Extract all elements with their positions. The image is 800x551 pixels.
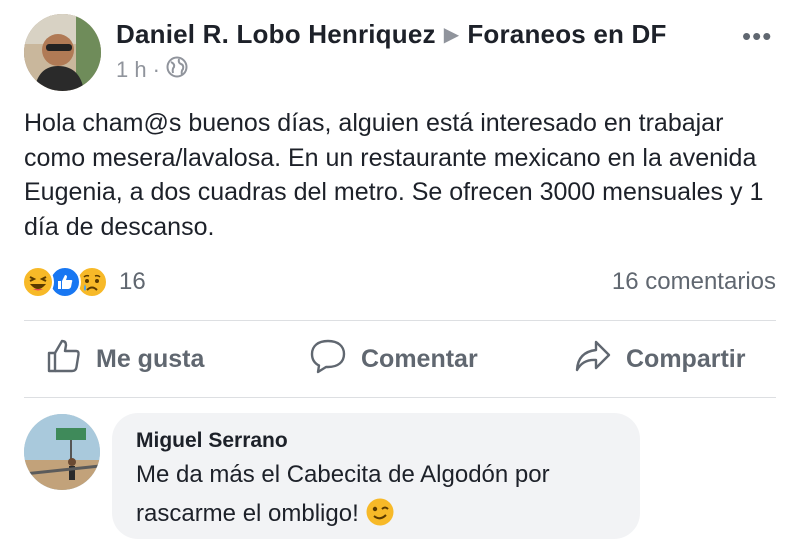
comment-count[interactable]: 16 comentarios	[612, 268, 776, 296]
share-label: Compartir	[626, 345, 746, 373]
comment-body: Me da más el Cabecita de Algodón por ras…	[136, 461, 550, 527]
post-header: Daniel R. Lobo Henriquez ▶ Foraneos en DF	[116, 19, 667, 50]
author-avatar[interactable]	[24, 14, 101, 91]
more-dots-icon[interactable]: •••	[742, 23, 772, 49]
share-button[interactable]: Compartir	[574, 338, 745, 381]
divider	[24, 397, 776, 398]
author-name[interactable]: Daniel R. Lobo Henriquez	[116, 19, 436, 49]
commenter-avatar[interactable]	[24, 414, 100, 490]
post-time[interactable]: 1 h	[116, 57, 147, 83]
like-button[interactable]: Me gusta	[46, 338, 204, 381]
comment-text: Me da más el Cabecita de Algodón por ras…	[136, 455, 626, 539]
reactions-summary[interactable]: 16	[22, 266, 146, 298]
speech-bubble-icon	[309, 338, 347, 381]
comment-label: Comentar	[361, 345, 478, 373]
wink-emoji-icon	[365, 497, 395, 539]
group-name[interactable]: Foraneos en DF	[467, 19, 666, 49]
share-arrow-icon	[574, 338, 612, 381]
post-meta: 1 h ·	[116, 56, 188, 84]
dot-separator: ·	[152, 57, 160, 82]
reaction-count: 16	[119, 268, 146, 295]
comment-button[interactable]: Comentar	[309, 338, 478, 381]
commenter-name[interactable]: Miguel Serrano	[136, 429, 288, 453]
thumbs-up-icon	[46, 338, 82, 381]
haha-icon	[22, 266, 54, 298]
post-body: Hola cham@s buenos días, alguien está in…	[24, 109, 764, 241]
like-label: Me gusta	[96, 345, 205, 373]
arrow-right-icon: ▶	[443, 24, 460, 46]
divider	[24, 320, 776, 321]
globe-icon	[166, 56, 188, 84]
comment-bubble: Miguel Serrano Me da más el Cabecita de …	[112, 413, 640, 539]
